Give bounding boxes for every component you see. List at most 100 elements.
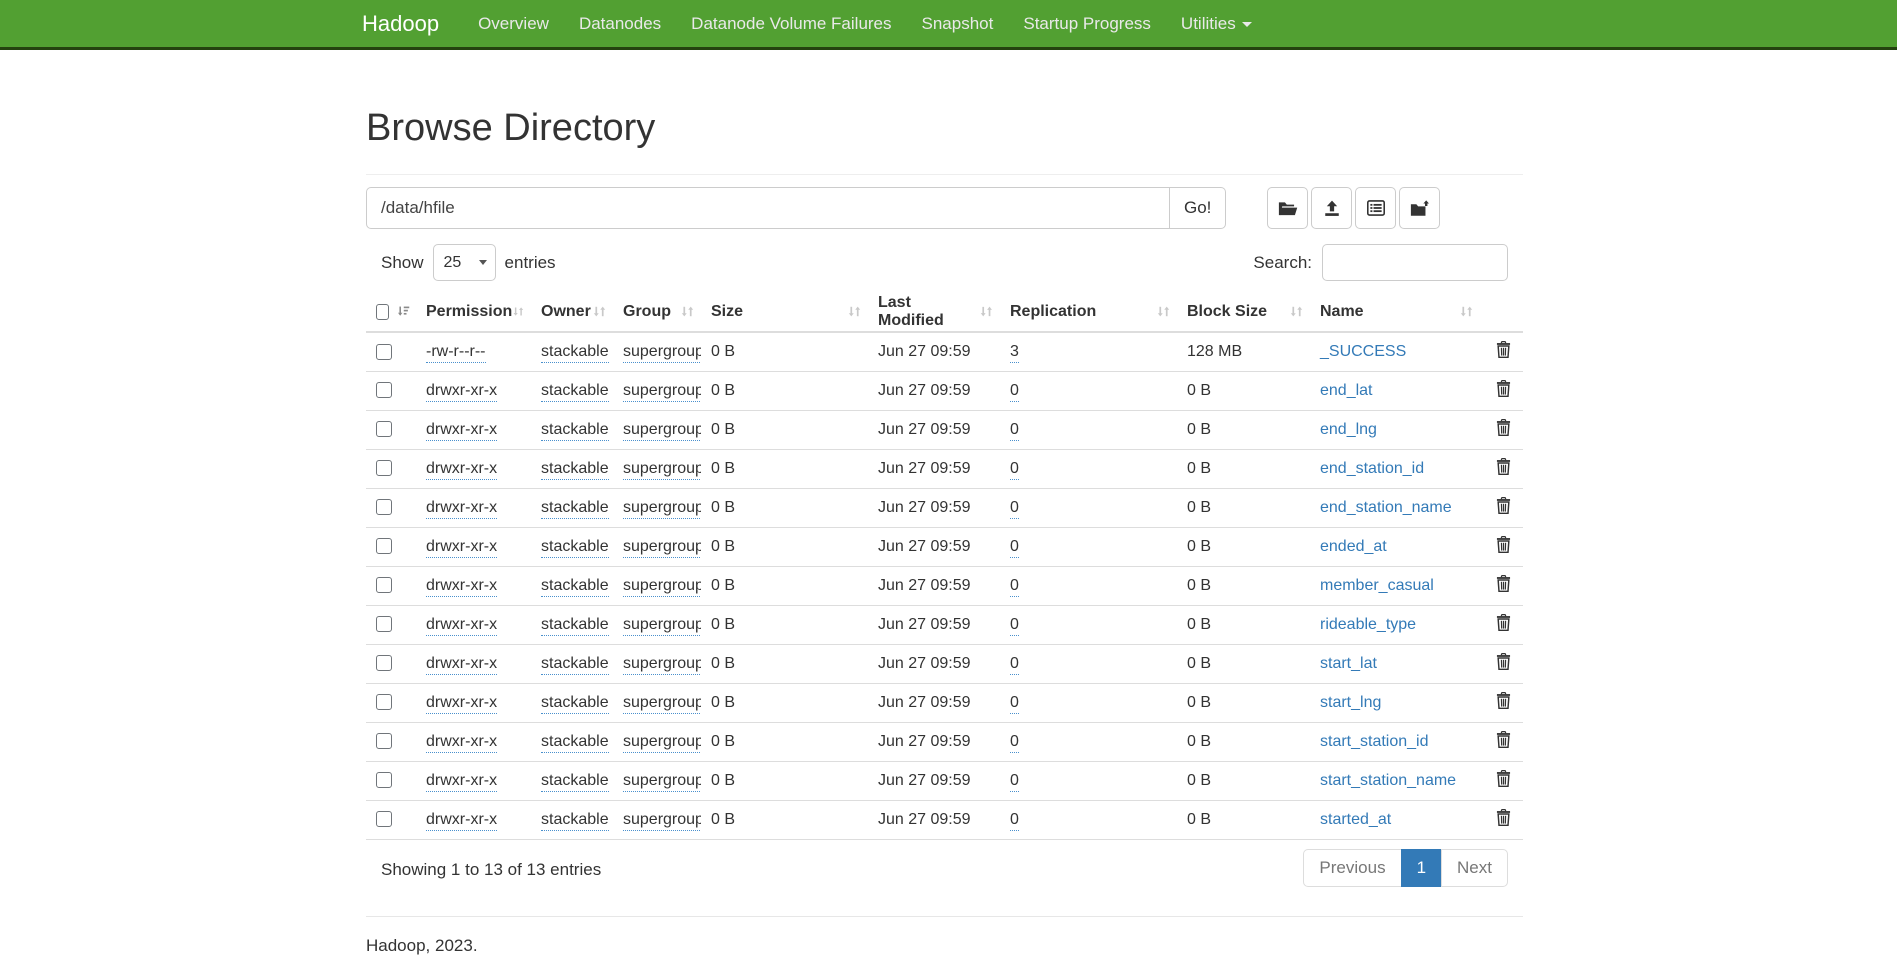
row-select-checkbox[interactable]	[376, 733, 392, 749]
replication-value[interactable]: 0	[1010, 538, 1019, 558]
column-header-name[interactable]: Name	[1310, 292, 1480, 332]
row-select-checkbox[interactable]	[376, 460, 392, 476]
owner-value[interactable]: stackable	[541, 343, 609, 363]
delete-button[interactable]	[1496, 458, 1511, 480]
delete-button[interactable]	[1496, 692, 1511, 714]
group-value[interactable]: supergroup	[623, 538, 701, 558]
group-value[interactable]: supergroup	[623, 733, 701, 753]
select-all-checkbox[interactable]	[376, 304, 389, 320]
permission-value[interactable]: drwxr-xr-x	[426, 421, 497, 441]
file-name-link[interactable]: _SUCCESS	[1320, 343, 1406, 360]
replication-value[interactable]: 0	[1010, 694, 1019, 714]
row-select-checkbox[interactable]	[376, 655, 392, 671]
owner-value[interactable]: stackable	[541, 460, 609, 480]
delete-button[interactable]	[1496, 809, 1511, 831]
column-header-permission[interactable]: Permission	[416, 292, 531, 332]
owner-value[interactable]: stackable	[541, 421, 609, 441]
delete-button[interactable]	[1496, 770, 1511, 792]
next-button[interactable]: Next	[1441, 849, 1508, 887]
page-1-button[interactable]: 1	[1401, 849, 1442, 887]
group-value[interactable]: supergroup	[623, 382, 701, 402]
replication-value[interactable]: 0	[1010, 772, 1019, 792]
directory-path-input[interactable]	[366, 187, 1170, 229]
column-header-owner[interactable]: Owner	[531, 292, 613, 332]
delete-button[interactable]	[1496, 731, 1511, 753]
permission-value[interactable]: drwxr-xr-x	[426, 772, 497, 792]
replication-value[interactable]: 0	[1010, 655, 1019, 675]
delete-button[interactable]	[1496, 653, 1511, 675]
file-name-link[interactable]: end_lng	[1320, 421, 1377, 438]
replication-value[interactable]: 0	[1010, 811, 1019, 831]
replication-value[interactable]: 0	[1010, 577, 1019, 597]
owner-value[interactable]: stackable	[541, 655, 609, 675]
replication-value[interactable]: 3	[1010, 343, 1019, 363]
owner-value[interactable]: stackable	[541, 694, 609, 714]
owner-value[interactable]: stackable	[541, 499, 609, 519]
column-header-last-modified[interactable]: Last Modified	[868, 292, 1000, 332]
row-select-checkbox[interactable]	[376, 382, 392, 398]
row-select-checkbox[interactable]	[376, 421, 392, 437]
folder-open-button[interactable]	[1267, 187, 1308, 229]
permission-value[interactable]: -rw-r--r--	[426, 343, 486, 363]
go-button[interactable]: Go!	[1170, 187, 1226, 229]
permission-value[interactable]: drwxr-xr-x	[426, 655, 497, 675]
row-select-checkbox[interactable]	[376, 694, 392, 710]
navbar-brand[interactable]: Hadoop	[347, 11, 454, 37]
permission-value[interactable]: drwxr-xr-x	[426, 694, 497, 714]
permission-value[interactable]: drwxr-xr-x	[426, 460, 497, 480]
permission-value[interactable]: drwxr-xr-x	[426, 616, 497, 636]
delete-button[interactable]	[1496, 614, 1511, 636]
delete-button[interactable]	[1496, 380, 1511, 402]
delete-button[interactable]	[1496, 575, 1511, 597]
permission-value[interactable]: drwxr-xr-x	[426, 499, 497, 519]
group-value[interactable]: supergroup	[623, 343, 701, 363]
delete-button[interactable]	[1496, 419, 1511, 441]
row-select-checkbox[interactable]	[376, 538, 392, 554]
group-value[interactable]: supergroup	[623, 772, 701, 792]
upload-button[interactable]	[1311, 187, 1352, 229]
replication-value[interactable]: 0	[1010, 421, 1019, 441]
utilities-dropdown[interactable]: Utilities	[1166, 0, 1267, 47]
replication-value[interactable]: 0	[1010, 616, 1019, 636]
row-select-checkbox[interactable]	[376, 344, 392, 360]
column-header-replication[interactable]: Replication	[1000, 292, 1177, 332]
column-header-block-size[interactable]: Block Size	[1177, 292, 1310, 332]
nav-link-snapshot[interactable]: Snapshot	[907, 0, 1009, 47]
previous-button[interactable]: Previous	[1303, 849, 1401, 887]
permission-value[interactable]: drwxr-xr-x	[426, 811, 497, 831]
file-name-link[interactable]: start_lng	[1320, 694, 1381, 711]
permission-value[interactable]: drwxr-xr-x	[426, 538, 497, 558]
row-select-checkbox[interactable]	[376, 811, 392, 827]
row-select-checkbox[interactable]	[376, 616, 392, 632]
file-name-link[interactable]: start_station_id	[1320, 733, 1429, 750]
owner-value[interactable]: stackable	[541, 577, 609, 597]
column-header-size[interactable]: Size	[701, 292, 868, 332]
delete-button[interactable]	[1496, 497, 1511, 519]
owner-value[interactable]: stackable	[541, 616, 609, 636]
group-value[interactable]: supergroup	[623, 577, 701, 597]
file-name-link[interactable]: rideable_type	[1320, 616, 1416, 633]
permission-value[interactable]: drwxr-xr-x	[426, 382, 497, 402]
list-alt-button[interactable]	[1355, 187, 1396, 229]
replication-value[interactable]: 0	[1010, 382, 1019, 402]
file-name-link[interactable]: ended_at	[1320, 538, 1387, 555]
row-select-checkbox[interactable]	[376, 499, 392, 515]
nav-link-startup-progress[interactable]: Startup Progress	[1008, 0, 1166, 47]
owner-value[interactable]: stackable	[541, 811, 609, 831]
column-header-group[interactable]: Group	[613, 292, 701, 332]
owner-value[interactable]: stackable	[541, 382, 609, 402]
nav-link-datanodes[interactable]: Datanodes	[564, 0, 676, 47]
group-value[interactable]: supergroup	[623, 655, 701, 675]
row-select-checkbox[interactable]	[376, 577, 392, 593]
group-value[interactable]: supergroup	[623, 616, 701, 636]
file-name-link[interactable]: end_lat	[1320, 382, 1373, 399]
folder-move-button[interactable]	[1399, 187, 1440, 229]
group-value[interactable]: supergroup	[623, 694, 701, 714]
file-name-link[interactable]: end_station_name	[1320, 499, 1452, 516]
file-name-link[interactable]: member_casual	[1320, 577, 1434, 594]
nav-link-datanode-volume-failures[interactable]: Datanode Volume Failures	[676, 0, 906, 47]
owner-value[interactable]: stackable	[541, 733, 609, 753]
nav-link-overview[interactable]: Overview	[463, 0, 564, 47]
replication-value[interactable]: 0	[1010, 499, 1019, 519]
page-length-select[interactable]: 25	[433, 244, 496, 281]
